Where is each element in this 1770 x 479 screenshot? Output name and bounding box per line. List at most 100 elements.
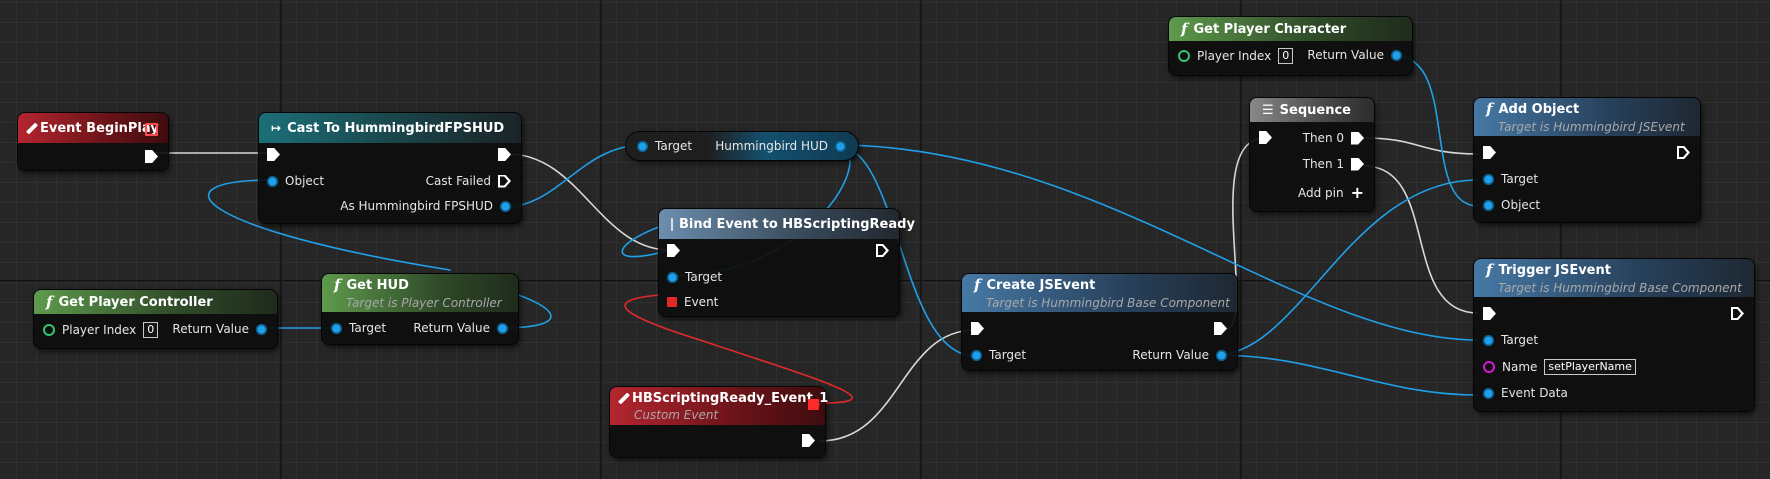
pin-label: Name <box>1502 360 1538 374</box>
then1-pin[interactable] <box>1351 157 1364 171</box>
return-value-pin[interactable] <box>256 323 267 335</box>
wire-object <box>499 144 645 209</box>
object-pin[interactable] <box>1483 199 1494 211</box>
player-index-pin[interactable] <box>1178 50 1190 62</box>
function-icon: f <box>974 276 981 294</box>
node-title: Event BeginPlay <box>40 120 159 136</box>
bind-event-header: Bind Event to HBScriptingReady <box>659 209 915 239</box>
return-value-pin[interactable] <box>1216 349 1227 361</box>
event-beginplay-node[interactable]: Event BeginPlay <box>18 113 168 170</box>
node-title: Get Player Controller <box>58 294 213 310</box>
as-hud-pin[interactable] <box>500 200 511 212</box>
object-pin[interactable] <box>267 175 278 187</box>
exec-out-pin[interactable] <box>498 148 511 161</box>
pin-label: Target <box>349 321 387 335</box>
pin-label: Event <box>684 295 719 309</box>
node-title: Bind Event to HBScriptingReady <box>679 216 915 232</box>
function-icon: f <box>1486 100 1493 118</box>
pin-label: Add pin <box>1297 185 1344 200</box>
get-hud-node[interactable]: f Get HUD Target is Player Controller Tar… <box>322 274 518 344</box>
event-beginplay-header: Event BeginPlay <box>18 113 168 143</box>
target-pin[interactable] <box>331 322 342 334</box>
name-pin[interactable] <box>1483 361 1495 373</box>
hud-out-pin[interactable] <box>835 140 846 152</box>
get-player-controller-node[interactable]: f Get Player Controller Player Index 0 Ret… <box>34 290 277 348</box>
get-player-character-header: f Get Player Character <box>1169 17 1412 41</box>
player-index-input[interactable]: 0 <box>143 322 159 338</box>
add-object-header: f Add Object Target is Hummingbird JSEven… <box>1474 98 1700 136</box>
delegate-out-pin[interactable] <box>808 399 819 410</box>
wire-exec <box>1363 137 1479 155</box>
exec-out-pin[interactable] <box>1214 322 1227 335</box>
function-icon: f <box>1486 261 1493 279</box>
node-subtitle: Target is Player Controller <box>346 296 502 310</box>
player-index-pin[interactable] <box>43 324 55 336</box>
exec-in-pin[interactable] <box>267 148 280 161</box>
target-pin[interactable] <box>637 140 648 152</box>
custom-event-node[interactable]: HBScriptingReady_Event_1 Custom Event <box>610 387 829 457</box>
node-title: Get HUD <box>346 277 409 293</box>
wire-exec <box>1363 165 1479 314</box>
event-pin[interactable] <box>667 297 677 307</box>
create-jsevent-node[interactable]: f Create JSEvent Target is Hummingbird Ba… <box>962 274 1237 370</box>
target-pin[interactable] <box>971 349 982 361</box>
target-pin[interactable] <box>1483 334 1494 346</box>
then0-pin[interactable] <box>1351 131 1364 145</box>
player-index-input[interactable]: 0 <box>1278 48 1294 64</box>
target-pin[interactable] <box>667 271 678 283</box>
pin-label: Then 0 <box>1302 131 1344 145</box>
node-title: Trigger JSEvent <box>1498 262 1611 278</box>
pin-label: Return Value <box>1132 348 1209 362</box>
pin-label: Target <box>989 348 1027 362</box>
exec-in-pin[interactable] <box>1259 131 1272 144</box>
return-value-pin[interactable] <box>1391 49 1402 61</box>
create-jsevent-header: f Create JSEvent Target is Hummingbird Ba… <box>962 274 1237 312</box>
bind-event-node[interactable]: Bind Event to HBScriptingReady Target Ev… <box>659 209 915 316</box>
exec-out-pin[interactable] <box>1677 146 1690 159</box>
hummingbird-hud-variable-node[interactable]: Target Hummingbird HUD <box>626 132 858 160</box>
pin-label: Then 1 <box>1302 157 1344 171</box>
exec-in-pin[interactable] <box>1483 146 1496 159</box>
plus-icon: + <box>1350 183 1364 202</box>
pin-label: Player Index <box>1197 49 1272 63</box>
pin-label: Target <box>685 270 723 284</box>
wire-object <box>1394 55 1479 207</box>
return-value-pin[interactable] <box>497 322 508 334</box>
cast-failed-pin[interactable] <box>498 175 511 188</box>
trigger-jsevent-header: f Trigger JSEvent Target is Hummingbird B… <box>1474 259 1754 297</box>
node-title: Sequence <box>1279 102 1351 118</box>
exec-in-pin[interactable] <box>667 244 680 257</box>
name-input[interactable]: setPlayerName <box>1544 359 1636 375</box>
event-diamond-icon <box>25 121 39 135</box>
variable-label: Hummingbird HUD <box>715 139 828 153</box>
trigger-jsevent-node[interactable]: f Trigger JSEvent Target is Hummingbird B… <box>1474 259 1754 411</box>
pin-label: As Hummingbird FPSHUD <box>340 199 493 213</box>
pin-label: Target <box>1501 333 1539 347</box>
exec-out-pin[interactable] <box>876 244 889 257</box>
target-pin[interactable] <box>1483 173 1494 185</box>
node-title: Cast To HummingbirdFPSHUD <box>287 120 505 136</box>
pin-label: Object <box>285 174 325 188</box>
pin-label: Return Value <box>413 321 490 335</box>
node-title: HBScriptingReady_Event_1 <box>632 390 829 406</box>
exec-in-pin[interactable] <box>1483 307 1496 320</box>
sequence-node[interactable]: ☰ Sequence Then 0 Then 1 Add pin + <box>1250 98 1374 211</box>
add-pin-button[interactable]: Add pin + <box>1298 183 1364 202</box>
wire-object <box>1215 354 1479 396</box>
delegate-pin-icon[interactable] <box>145 123 158 136</box>
exec-in-pin[interactable] <box>971 322 984 335</box>
exec-out-pin[interactable] <box>1731 307 1744 320</box>
get-player-character-node[interactable]: f Get Player Character Player Index 0 Retu… <box>1169 17 1412 75</box>
pin-label: Target <box>1501 172 1539 186</box>
cast-to-hud-node[interactable]: ↦ Cast To HummingbirdFPSHUD Object Cast F… <box>259 113 521 223</box>
exec-out-pin[interactable] <box>802 434 815 447</box>
node-subtitle: Target is Hummingbird Base Component <box>986 296 1230 310</box>
node-subtitle: Target is Hummingbird Base Component <box>1498 281 1742 295</box>
add-object-node[interactable]: f Add Object Target is Hummingbird JSEven… <box>1474 98 1700 222</box>
get-hud-header: f Get HUD Target is Player Controller <box>322 274 518 312</box>
exec-out-pin[interactable] <box>145 150 158 163</box>
pin-label: Cast Failed <box>425 174 491 188</box>
event-data-pin[interactable] <box>1483 387 1494 399</box>
node-subtitle: Custom Event <box>634 407 719 422</box>
custom-event-header: HBScriptingReady_Event_1 Custom Event <box>610 387 829 425</box>
